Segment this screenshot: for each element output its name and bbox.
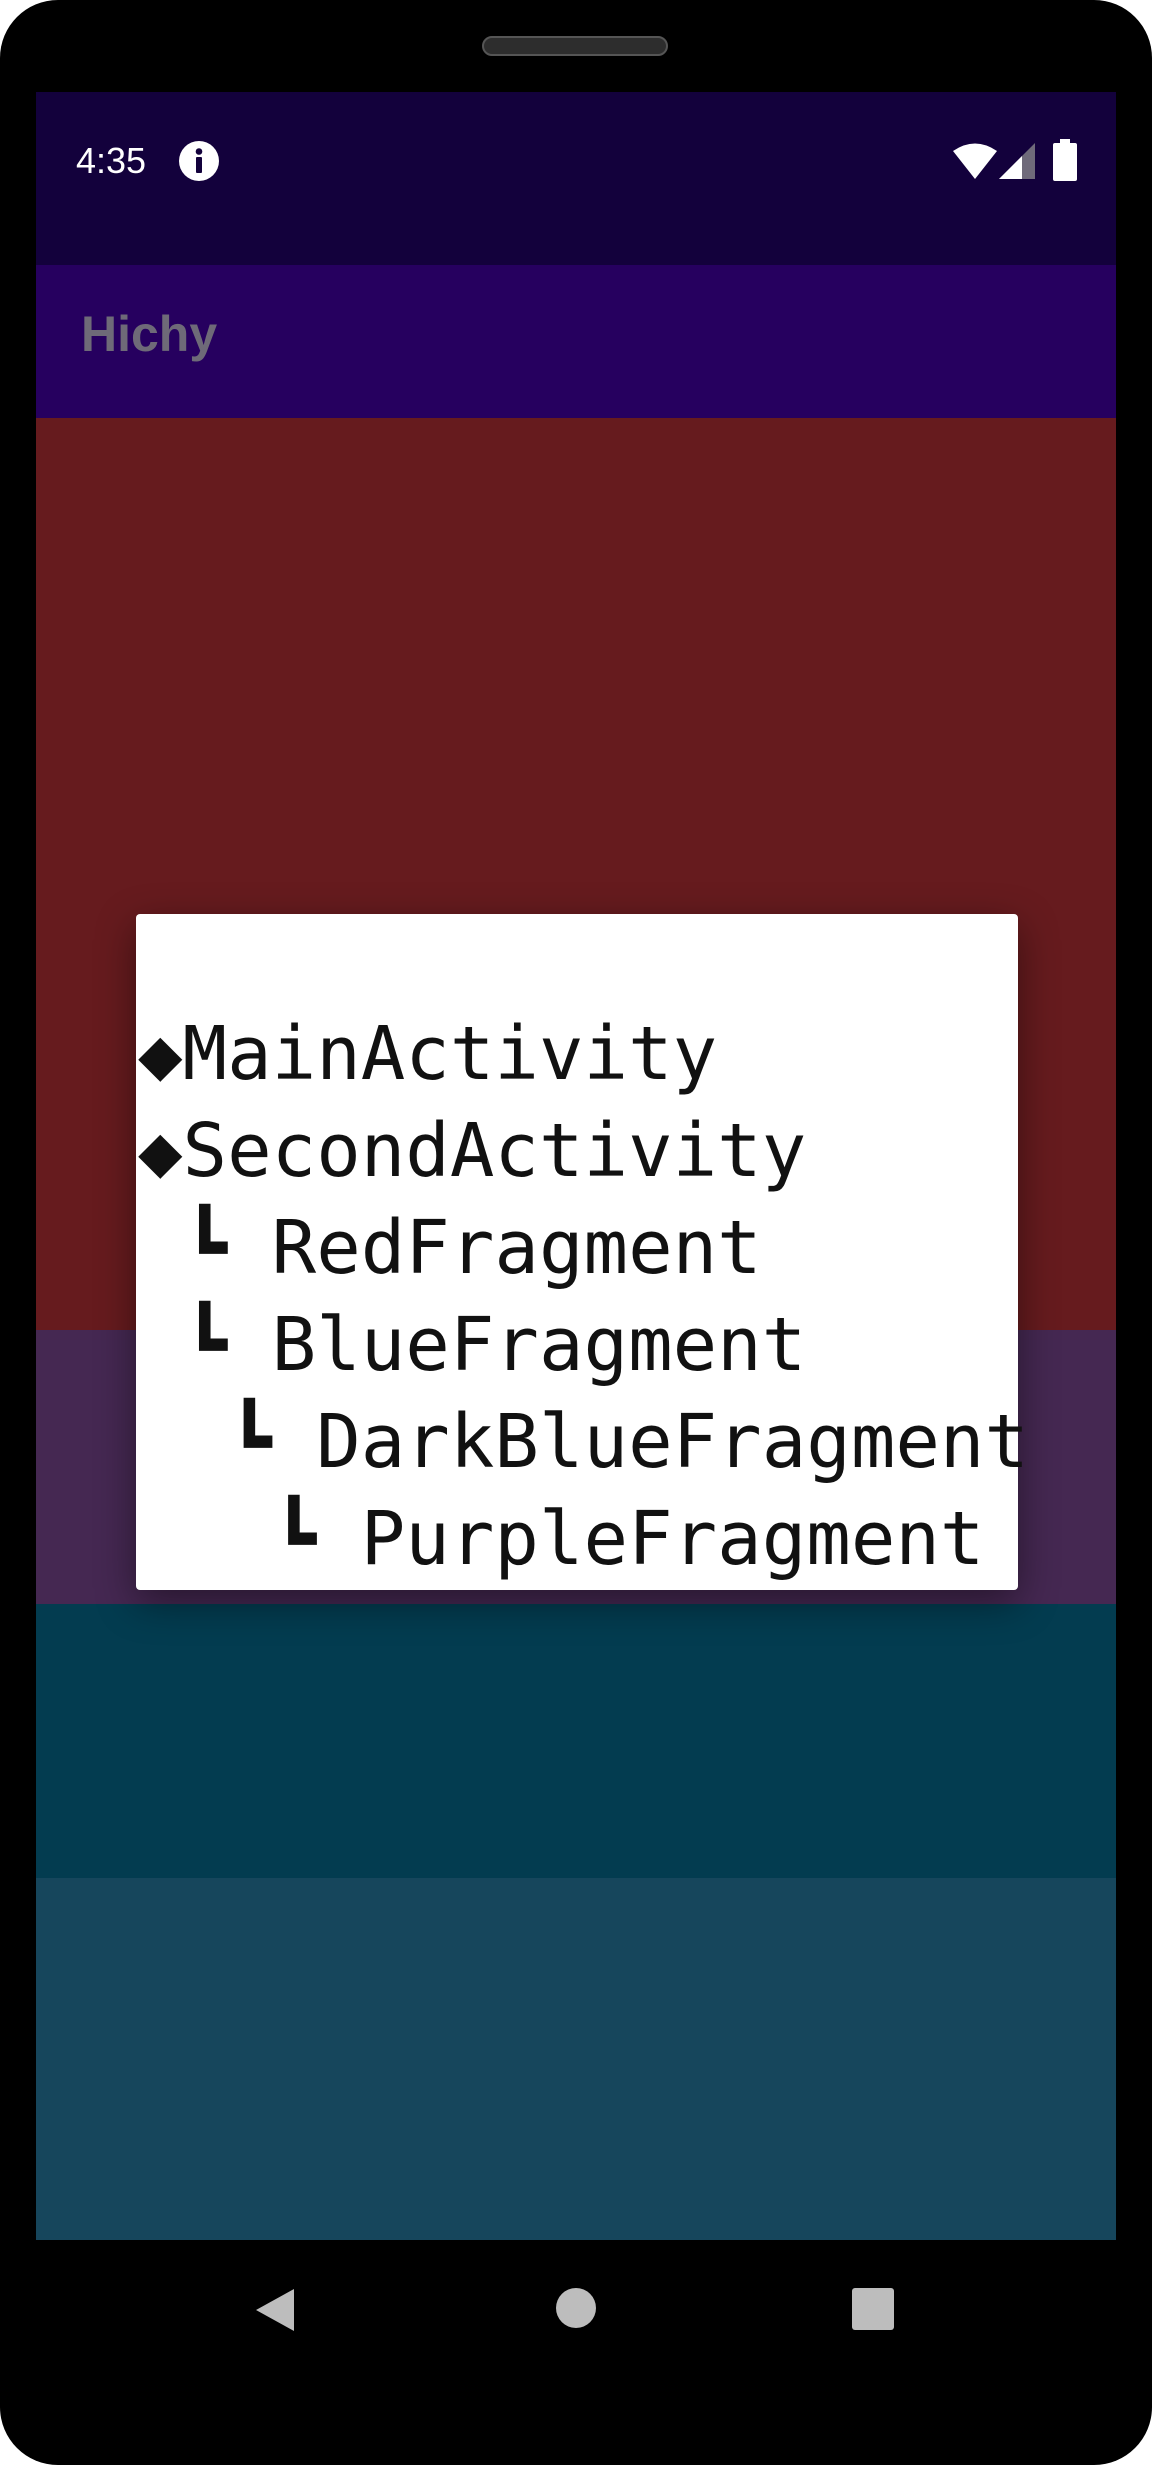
- battery-icon: [1053, 139, 1077, 181]
- device-screen: 4:35 Hichy ◆MainActivity ◆SecondActivity…: [36, 92, 1116, 2240]
- tree-item-blue-fragment: ┗ BlueFragment: [138, 1302, 807, 1388]
- navigation-bar: [0, 2240, 1152, 2370]
- tree-item-dark-blue-fragment: ┗ DarkBlueFragment: [138, 1399, 1030, 1485]
- recents-icon[interactable]: [852, 2288, 894, 2330]
- wifi-icon: [953, 143, 997, 179]
- tree-item-red-fragment: ┗ RedFragment: [138, 1205, 762, 1291]
- home-icon[interactable]: [556, 2288, 596, 2328]
- hierarchy-tree: ◆MainActivity ◆SecondActivity ┗ RedFragm…: [138, 1006, 1029, 1588]
- info-icon: [179, 141, 219, 181]
- tree-item-purple-fragment: ┗ PurpleFragment: [138, 1496, 985, 1582]
- blue-fragment-panel: [36, 1878, 1116, 2240]
- device-frame: 4:35 Hichy ◆MainActivity ◆SecondActivity…: [0, 0, 1152, 2465]
- tree-item-main-activity: ◆MainActivity: [138, 1011, 718, 1097]
- tree-item-second-activity: ◆SecondActivity: [138, 1108, 807, 1194]
- earpiece-speaker: [482, 36, 668, 56]
- dark-blue-fragment-panel: [36, 1604, 1116, 1878]
- app-title: Hichy: [81, 306, 218, 362]
- app-bar: Hichy: [36, 265, 1116, 418]
- signal-icon: [999, 143, 1035, 179]
- back-icon[interactable]: [252, 2287, 298, 2333]
- status-time: 4:35: [76, 140, 147, 181]
- status-bar: 4:35: [36, 92, 1116, 265]
- hierarchy-dialog: ◆MainActivity ◆SecondActivity ┗ RedFragm…: [136, 914, 1029, 1590]
